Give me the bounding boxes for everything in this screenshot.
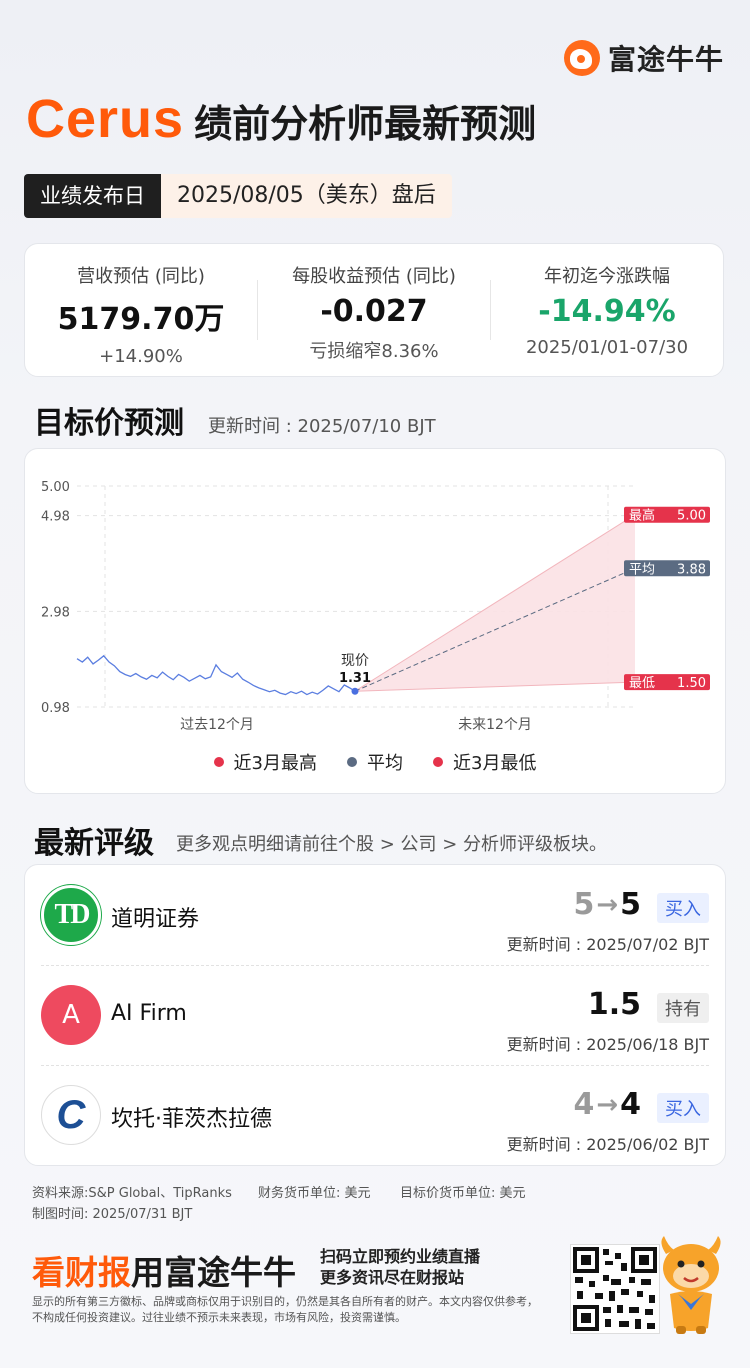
release-label: 业绩发布日 bbox=[24, 174, 161, 218]
fin-currency-note: 财务货币单位: 美元 bbox=[258, 1186, 371, 1201]
futu-logo-icon bbox=[563, 40, 600, 76]
ratings-subtitle: 更多观点明细请前往个股 > 公司 > 分析师评级板块。 bbox=[176, 834, 608, 855]
stat-sub: 亏损缩窄8.36% bbox=[309, 341, 439, 362]
legend-item-high: 近3月最高 bbox=[213, 749, 317, 775]
arrow-right-icon: → bbox=[596, 889, 619, 920]
old-score: 5 bbox=[573, 887, 595, 922]
mascot-svg bbox=[661, 1236, 721, 1334]
new-score: 1.5 bbox=[587, 987, 641, 1022]
source-note: 资料来源:S&P Global、TipRanks bbox=[32, 1186, 232, 1201]
current-price-label: 现价 bbox=[341, 653, 369, 669]
current-price-value: 1.31 bbox=[339, 671, 371, 686]
target-tag-value: 1.50 bbox=[677, 676, 706, 691]
stat-label: 每股收益预估 (同比) bbox=[292, 266, 456, 287]
rating-badge: 买入 bbox=[657, 1093, 709, 1123]
stat-value: 5179.70万 bbox=[57, 302, 225, 337]
legend-item-low: 近3月最低 bbox=[433, 749, 536, 775]
ratings-card: TD 道明证券 5 → 5 买入 更新时间 : 2025/07/02 BJT A… bbox=[24, 864, 726, 1166]
legend-label: 近3月最高 bbox=[233, 753, 317, 774]
brand-name: 富途牛牛 bbox=[607, 43, 724, 76]
slogan-highlight: 看财报 bbox=[32, 1253, 131, 1292]
ai-firm-logo-icon: A bbox=[41, 985, 101, 1045]
legend-dot bbox=[213, 757, 224, 767]
cantor-logo-icon: C bbox=[41, 1085, 101, 1145]
chart-legend: 近3月最高 平均 近3月最低 bbox=[25, 749, 725, 775]
firm-name: AI Firm bbox=[111, 1001, 187, 1026]
target-price-chart: 5.00 4.98 2.98 0.98 现价 1.31 最高 5.00 平均 3.88 最低 1.50… bbox=[24, 448, 726, 794]
logo-text: A bbox=[62, 1000, 80, 1030]
legend-dot bbox=[433, 757, 443, 767]
y-tick-label: 2.98 bbox=[41, 605, 70, 620]
rating-updated: 更新时间 : 2025/06/02 BJT bbox=[506, 1135, 709, 1154]
stat-value: -0.027 bbox=[320, 294, 428, 329]
footer-slogan: 看财报用富途牛牛 bbox=[32, 1246, 296, 1294]
rating-updated: 更新时间 : 2025/06/18 BJT bbox=[506, 1035, 709, 1054]
brand: 富途牛牛 bbox=[563, 38, 724, 78]
made-time-note: 制图时间: 2025/07/31 BJT bbox=[32, 1207, 193, 1222]
cta-line-1: 扫码立即预约业绩直播 bbox=[320, 1247, 481, 1266]
stat-ytd: 年初迄今涨跌幅 -14.94% 2025/01/01-07/30 bbox=[491, 244, 723, 376]
rating-row-td[interactable]: TD 道明证券 5 → 5 买入 更新时间 : 2025/07/02 BJT bbox=[41, 865, 709, 965]
y-tick-label: 0.98 bbox=[41, 701, 70, 716]
rating-badge: 持有 bbox=[657, 993, 709, 1023]
rating-row-cantor[interactable]: C 坎托·菲茨杰拉德 4 → 4 买入 更新时间 : 2025/06/02 BJ… bbox=[41, 1065, 709, 1165]
logo-text: C bbox=[56, 1092, 86, 1137]
rating-score: 5 → 5 bbox=[573, 887, 641, 922]
bull-mascot-icon bbox=[656, 1232, 726, 1336]
target-currency-note: 目标价货币单位: 美元 bbox=[400, 1186, 526, 1201]
current-price-dot bbox=[351, 687, 359, 695]
firm-name: 道明证券 bbox=[111, 907, 200, 932]
cta-line-2: 更多资讯尽在财报站 bbox=[320, 1268, 465, 1287]
slogan-rest: 用富途牛牛 bbox=[131, 1253, 296, 1292]
y-tick-label: 5.00 bbox=[41, 480, 70, 495]
y-tick-label: 4.98 bbox=[41, 510, 70, 525]
target-updated: 更新时间 : 2025/07/10 BJT bbox=[208, 416, 436, 437]
title-text: 绩前分析师最新预测 bbox=[194, 102, 537, 146]
target-tag-name: 最低 bbox=[629, 676, 655, 691]
estimates-card: 营收预估 (同比) 5179.70万 +14.90% 每股收益预估 (同比) -… bbox=[24, 243, 724, 377]
company-name: Cerus bbox=[26, 89, 185, 149]
rating-updated: 更新时间 : 2025/07/02 BJT bbox=[506, 935, 709, 954]
legend-label: 近3月最低 bbox=[453, 753, 537, 774]
footer-cta: 扫码立即预约业绩直播 更多资讯尽在财报站 bbox=[320, 1246, 480, 1288]
rating-score: 4 → 4 bbox=[573, 1087, 641, 1122]
stat-value: -14.94% bbox=[538, 294, 676, 329]
x-label-future: 未来12个月 bbox=[458, 717, 532, 733]
target-tag-value: 3.88 bbox=[677, 562, 706, 577]
stat-eps: 每股收益预估 (同比) -0.027 亏损缩窄8.36% bbox=[258, 244, 490, 376]
stat-sub: +14.90% bbox=[99, 346, 183, 367]
stat-label: 年初迄今涨跌幅 bbox=[544, 266, 670, 287]
stat-revenue: 营收预估 (同比) 5179.70万 +14.90% bbox=[25, 244, 257, 376]
qr-svg bbox=[573, 1247, 657, 1331]
stat-sub: 2025/01/01-07/30 bbox=[525, 337, 689, 358]
disclaimer: 显示的所有第三方徽标、品牌或商标仅用于识别目的，仍然是其各自所有者的财产。本文内… bbox=[32, 1295, 538, 1324]
rating-row-ai-firm[interactable]: A AI Firm 1.5 持有 更新时间 : 2025/06/18 BJT bbox=[41, 965, 709, 1065]
legend-item-avg: 平均 bbox=[347, 749, 403, 775]
x-label-past: 过去12个月 bbox=[180, 717, 254, 733]
target-section-title: 目标价预测 bbox=[34, 406, 184, 441]
new-score: 4 bbox=[620, 1087, 641, 1122]
rating-score: 1.5 bbox=[584, 987, 641, 1022]
arrow-right-icon: → bbox=[596, 1089, 619, 1120]
target-tag-name: 平均 bbox=[629, 562, 655, 577]
target-tag-value: 5.00 bbox=[677, 509, 706, 524]
price-history-line bbox=[76, 654, 356, 696]
legend-label: 平均 bbox=[367, 753, 403, 774]
ratings-section-title: 最新评级 bbox=[34, 826, 154, 861]
rating-badge: 买入 bbox=[657, 893, 709, 923]
logo-text: TD bbox=[54, 899, 91, 930]
old-score: 4 bbox=[573, 1087, 595, 1122]
qr-code-icon[interactable] bbox=[570, 1244, 660, 1334]
page-title: Cerus 绩前分析师最新预测 bbox=[26, 88, 536, 150]
firm-name: 坎托·菲茨杰拉德 bbox=[111, 1107, 272, 1132]
target-tag-name: 最高 bbox=[629, 508, 655, 524]
stat-label: 营收预估 (同比) bbox=[77, 266, 205, 287]
chart-svg: 5.00 4.98 2.98 0.98 现价 1.31 最高 5.00 平均 3.88 最低 1.50… bbox=[41, 480, 710, 733]
release-value: 2025/08/05（美东）盘后 bbox=[161, 174, 452, 218]
td-logo-icon: TD bbox=[41, 885, 101, 945]
new-score: 5 bbox=[620, 887, 641, 922]
release-date: 业绩发布日 2025/08/05（美东）盘后 bbox=[24, 174, 452, 218]
legend-dot bbox=[347, 757, 357, 767]
